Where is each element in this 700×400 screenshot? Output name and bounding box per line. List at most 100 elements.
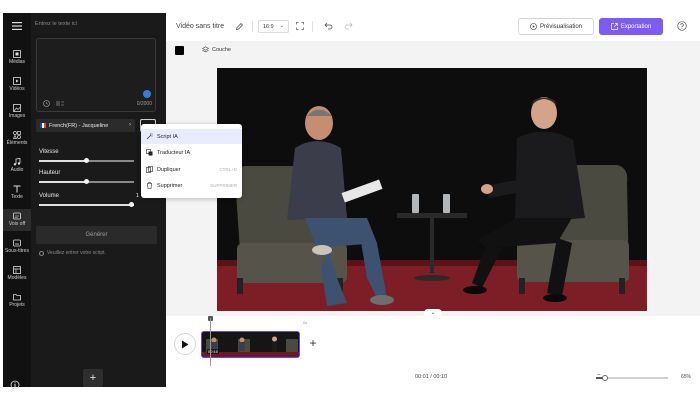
- sidebar-item-label: Images: [8, 113, 26, 119]
- text-icon: [13, 185, 21, 193]
- aspect-ratio-select[interactable]: 16:9 ⌄: [258, 20, 289, 33]
- fullscreen-icon[interactable]: [296, 22, 304, 30]
- layer-label: Couche: [212, 46, 231, 53]
- export-label: Exportation: [620, 23, 652, 30]
- sidebar-item-elements[interactable]: Éléments: [3, 131, 31, 146]
- duplicate-icon: [146, 166, 153, 173]
- clock-icon[interactable]: [43, 100, 50, 107]
- script-warning: Veuillez entrer votre script.: [39, 250, 106, 256]
- play-icon: [182, 340, 189, 348]
- voice-select-label: French(FR) - Jacqueline: [49, 122, 109, 129]
- chevron-down-icon: ⌄: [279, 23, 284, 29]
- layers-icon: [202, 46, 209, 53]
- pitch-slider-handle[interactable]: [84, 179, 89, 185]
- sidebar-item-label: Médias: [8, 59, 26, 65]
- time-display: 00:01 / 00:10: [415, 374, 448, 380]
- sidebar-item-voiceover[interactable]: Voix off: [3, 209, 31, 231]
- video-preview[interactable]: [217, 68, 647, 311]
- sidebar-item-images[interactable]: Images: [3, 104, 31, 119]
- menu-item-label: Dupliquer: [157, 166, 181, 173]
- project-title[interactable]: Vidéo sans titre: [176, 23, 224, 30]
- menu-item-shortcut: SUPPRIMER: [210, 183, 237, 188]
- info-icon: [39, 250, 44, 256]
- sidebar-item-projects[interactable]: Projets: [3, 293, 31, 308]
- sidebar-item-videos[interactable]: Vidéos: [3, 77, 31, 92]
- pause-marker-icon[interactable]: [56, 100, 65, 107]
- redo-icon[interactable]: [344, 22, 353, 30]
- play-button[interactable]: [174, 333, 196, 355]
- menu-item-label: Script IA: [157, 133, 178, 140]
- pencil-icon[interactable]: [235, 22, 244, 31]
- media-icon: [13, 50, 21, 58]
- speed-slider-handle[interactable]: [84, 158, 89, 164]
- sidebar-item-text[interactable]: Texte: [3, 185, 31, 200]
- aspect-ratio-value: 16:9: [263, 23, 274, 30]
- sidebar-item-audio[interactable]: Audio: [3, 158, 31, 173]
- pitch-slider[interactable]: [39, 179, 134, 185]
- sidebar-item-label: Texte: [11, 194, 23, 200]
- speed-slider-fill: [39, 160, 87, 162]
- video-icon: [13, 77, 21, 85]
- templates-icon: [13, 266, 21, 274]
- speed-slider[interactable]: [39, 158, 134, 164]
- sidebar-item-label: Projets: [9, 302, 25, 308]
- volume-value: 1: [136, 193, 140, 199]
- help-icon[interactable]: [10, 377, 24, 391]
- sidebar-item-label: Vidéos: [9, 86, 25, 92]
- menu-item-label: Supprimer: [157, 182, 183, 189]
- french-flag-icon: [40, 123, 46, 128]
- export-button[interactable]: Exportation: [599, 18, 663, 35]
- clip-duration: 00:10: [207, 349, 220, 354]
- zoom-value: 65%: [681, 374, 692, 380]
- divider: [312, 21, 313, 32]
- menu-item-label: Traducteur IA: [157, 149, 191, 156]
- ai-wand-icon: [146, 133, 153, 140]
- check-icon: [143, 90, 151, 98]
- subtitles-icon: [13, 239, 21, 247]
- timeline-marker: 0s: [303, 320, 308, 325]
- sidebar-item-label: Audio: [10, 167, 24, 173]
- top-bar: Vidéo sans titre 16:9 ⌄ Prévisualisation…: [166, 13, 700, 41]
- trash-icon: [146, 182, 153, 189]
- pitch-label: Hauteur: [39, 170, 61, 176]
- sidebar-item-subtitles[interactable]: Sous-titres: [3, 239, 31, 254]
- sidebar-item-label: Éléments: [6, 140, 28, 146]
- script-placeholder[interactable]: Entrez le texte ici: [35, 21, 77, 27]
- layer-button[interactable]: Couche: [202, 46, 231, 53]
- speed-label: Vitesse: [39, 149, 59, 155]
- undo-icon[interactable]: [324, 22, 333, 30]
- play-circle-icon: [530, 23, 537, 30]
- canvas-area: Couche ⌄: [166, 41, 700, 317]
- menu-item-ai-script[interactable]: Script IA: [141, 129, 242, 144]
- zoom-slider[interactable]: [596, 374, 668, 381]
- char-count: 0/2000: [136, 101, 152, 107]
- folder-icon: [13, 294, 21, 301]
- menu-item-delete[interactable]: Supprimer SUPPRIMER: [141, 178, 242, 193]
- voice-select[interactable]: French(FR) - Jacqueline ›: [36, 119, 135, 132]
- help-circle-icon[interactable]: [677, 21, 687, 31]
- playhead[interactable]: [210, 318, 211, 366]
- options-menu: Script IA Traducteur IA Dupliquer CTRL+D…: [141, 124, 242, 198]
- translate-icon: [146, 149, 153, 156]
- zoom-slider-handle[interactable]: [601, 374, 608, 381]
- volume-slider-handle[interactable]: [129, 202, 134, 208]
- script-textarea[interactable]: 0/2000: [36, 38, 156, 112]
- sidebar-item-label: Modèles: [7, 275, 27, 281]
- voiceover-icon: [13, 212, 21, 220]
- pitch-slider-fill: [39, 181, 87, 183]
- menu-item-ai-translator[interactable]: Traducteur IA: [141, 145, 242, 160]
- video-editor-app: Médias Vidéos Images Éléments Audio Text…: [0, 0, 700, 400]
- background-color-swatch[interactable]: [175, 46, 184, 55]
- add-voiceover-button[interactable]: +: [83, 369, 103, 387]
- volume-label: Volume: [39, 193, 60, 199]
- menu-icon[interactable]: [3, 22, 31, 30]
- menu-item-duplicate[interactable]: Dupliquer CTRL+D: [141, 162, 242, 177]
- preview-button[interactable]: Prévisualisation: [518, 18, 594, 35]
- video-frame-image: [217, 68, 647, 311]
- sidebar-item-media[interactable]: Médias: [3, 50, 31, 65]
- sidebar-item-templates[interactable]: Modèles: [3, 266, 31, 281]
- add-clip-button[interactable]: +: [306, 336, 320, 350]
- volume-slider[interactable]: [39, 202, 134, 208]
- generate-button[interactable]: Générer: [36, 226, 157, 244]
- video-clip[interactable]: 00:10: [201, 331, 300, 358]
